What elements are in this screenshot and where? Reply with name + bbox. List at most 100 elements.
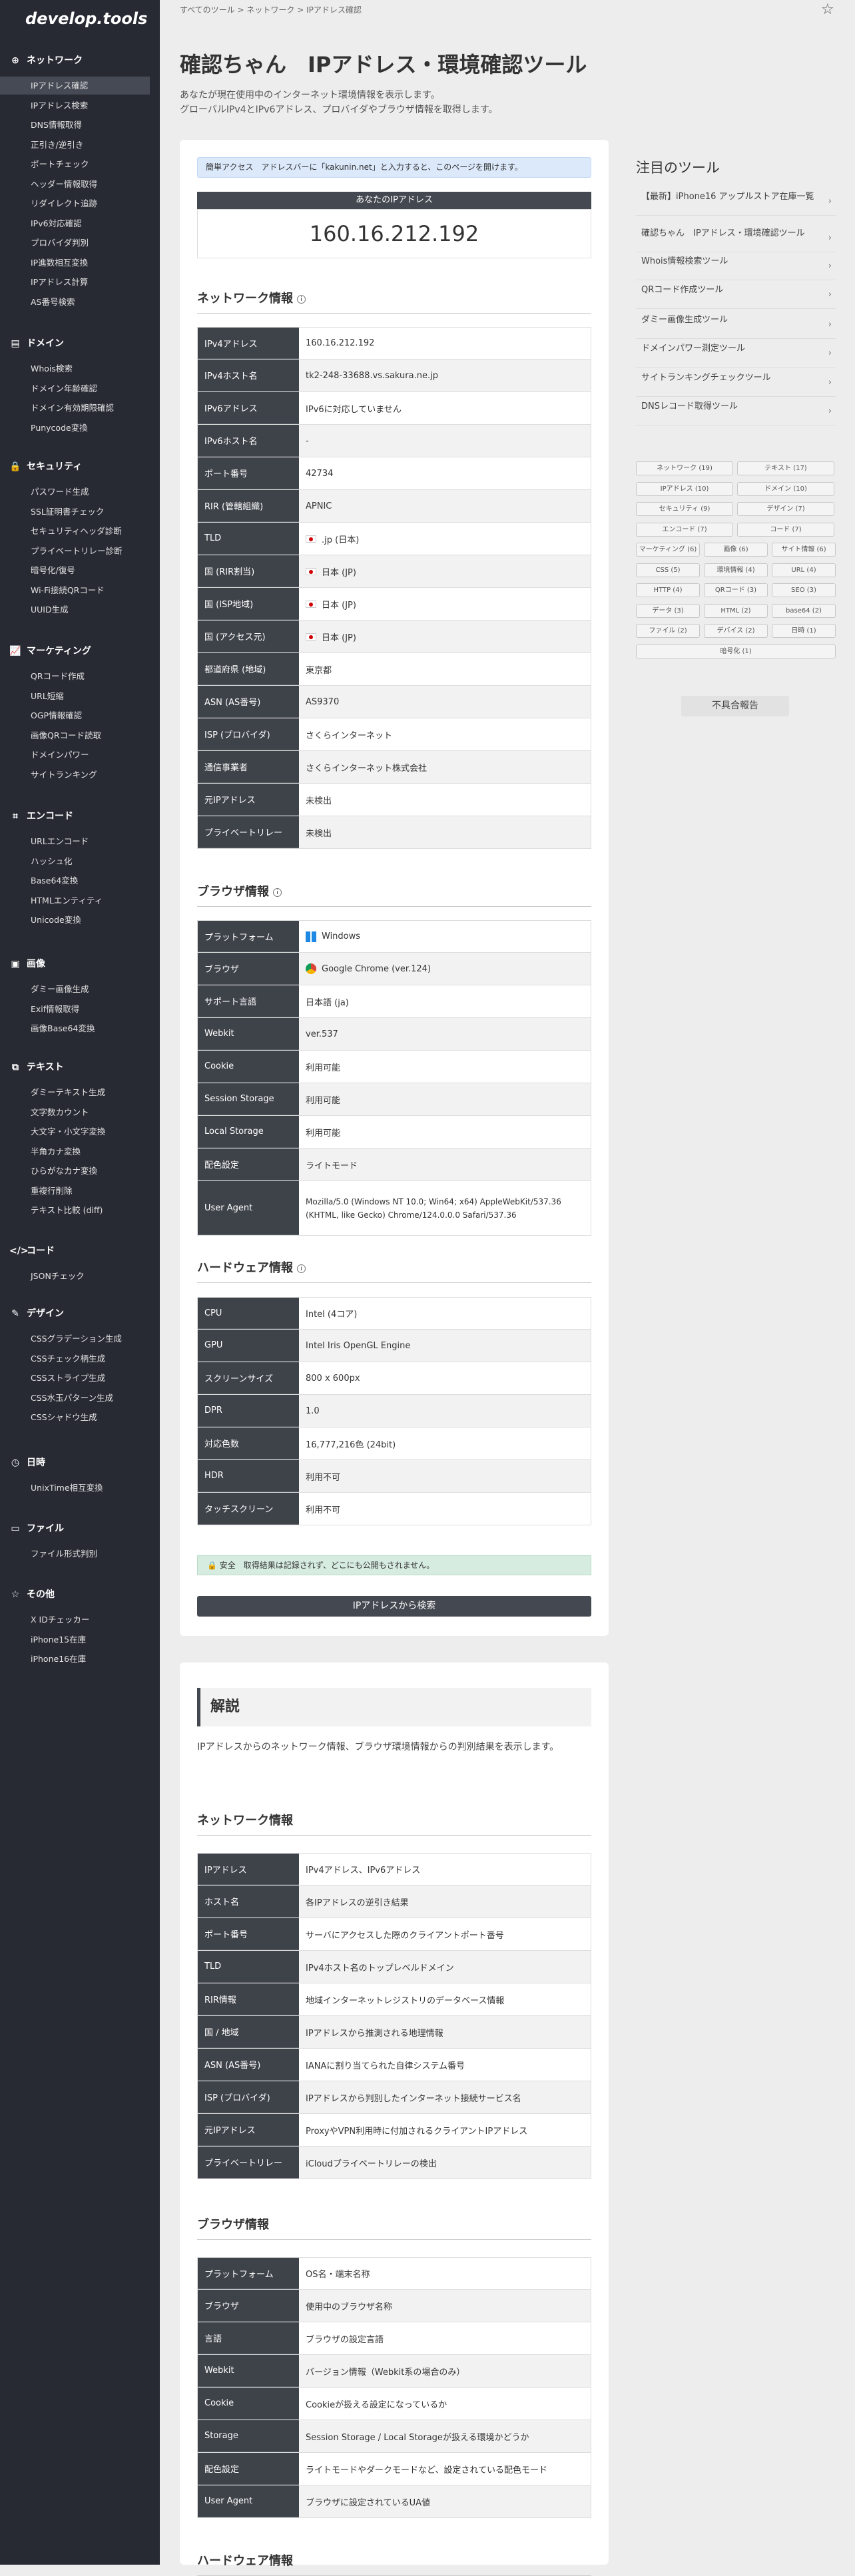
table-row: スクリーンサイズ 800 x 600px (197, 1362, 591, 1395)
tag-chip[interactable]: テキスト (17) (737, 461, 834, 475)
tag-chip[interactable]: 暗号化 (1) (636, 644, 836, 658)
sidebar-item[interactable]: DNS情報取得 (0, 116, 150, 134)
sidebar-item[interactable]: ハッシュ化 (0, 852, 150, 870)
table-row: IPv6ホスト名 - (197, 425, 591, 457)
tag-chip[interactable]: QRコード (3) (704, 583, 768, 597)
tag-chip[interactable]: 画像 (6) (704, 543, 768, 557)
sidebar-item[interactable]: 画像QRコード読取 (0, 726, 150, 744)
sidebar-item[interactable]: AS番号検索 (0, 293, 150, 311)
sidebar-item[interactable]: サイトランキング (0, 766, 150, 784)
sidebar-item[interactable]: CSSストライプ生成 (0, 1369, 150, 1387)
sidebar-item[interactable]: iPhone16在庫 (0, 1650, 150, 1668)
sidebar-item[interactable]: ダミーテキスト生成 (0, 1083, 150, 1101)
sidebar-item[interactable]: SSL証明書チェック (0, 503, 150, 521)
sidebar-item[interactable]: CSSシャドウ生成 (0, 1408, 150, 1426)
tag-chip[interactable]: HTTP (4) (636, 583, 700, 597)
sidebar-item[interactable]: 画像Base64変換 (0, 1019, 150, 1037)
tag-chip[interactable]: 日時 (1) (772, 624, 836, 638)
sidebar-item[interactable]: ファイル形式判別 (0, 1545, 150, 1563)
sidebar-item[interactable]: パスワード生成 (0, 483, 150, 501)
sidebar-item[interactable]: IPアドレス計算 (0, 273, 150, 291)
sidebar-item[interactable]: iPhone15在庫 (0, 1631, 150, 1649)
tag-chip[interactable]: ファイル (2) (636, 624, 700, 638)
tag-chip[interactable]: ネットワーク (19) (636, 461, 733, 475)
tag-chip[interactable]: エンコード (7) (636, 522, 733, 537)
site-logo[interactable]: develop.tools (25, 9, 147, 28)
tag-chip[interactable]: IPアドレス (10) (636, 481, 733, 496)
breadcrumb: すべてのツール > ネットワーク > IPアドレス確認 (180, 5, 362, 15)
tag-chip[interactable]: デザイン (7) (737, 502, 834, 516)
sidebar-item[interactable]: 文字数カウント (0, 1103, 150, 1121)
tag-chip[interactable]: コード (7) (737, 522, 834, 537)
sidebar-item[interactable]: IPv6対応確認 (0, 214, 150, 232)
sidebar-item[interactable]: Base64変換 (0, 872, 150, 890)
sidebar-item[interactable]: URLエンコード (0, 832, 150, 850)
sidebar-item[interactable]: 半角カナ変換 (0, 1143, 150, 1160)
sidebar-category: ▤ ドメイン (9, 336, 64, 350)
sidebar-item[interactable]: 重複行削除 (0, 1182, 150, 1200)
sidebar-item[interactable]: Whois検索 (0, 360, 150, 378)
sidebar-item[interactable]: ドメイン有効期限確認 (0, 399, 150, 417)
tag-chip[interactable]: デバイス (2) (704, 624, 768, 638)
featured-tool-link[interactable]: サイトランキングチェックツール › (636, 368, 836, 397)
sidebar-item[interactable]: ダミー画像生成 (0, 980, 150, 998)
featured-tool-link[interactable]: QRコード作成ツール › (636, 280, 836, 309)
tag-chip[interactable]: ドメイン (10) (737, 481, 834, 496)
tag-chip[interactable]: URL (4) (772, 563, 836, 577)
featured-tool-link[interactable]: DNSレコード取得ツール › (636, 397, 836, 425)
sidebar-item[interactable]: プライベートリレー診断 (0, 542, 150, 560)
sidebar-item[interactable]: Punycode変換 (0, 419, 150, 437)
sidebar-item[interactable]: CSS水玉パターン生成 (0, 1389, 150, 1407)
sidebar-item[interactable]: ドメインパワー (0, 746, 150, 764)
sidebar-item[interactable]: ポートチェック (0, 155, 150, 173)
featured-tool-link[interactable]: ドメインパワー測定ツール › (636, 339, 836, 368)
sidebar-item[interactable]: テキスト比較 (diff) (0, 1201, 150, 1219)
breadcrumb-network[interactable]: ネットワーク (246, 5, 294, 15)
featured-tool-link[interactable]: Whois情報検索ツール › (636, 252, 836, 280)
bug-report-button[interactable]: 不具合報告 (681, 696, 789, 716)
featured-tool-link[interactable]: 確認ちゃん IPアドレス・環境確認ツール › (636, 224, 836, 252)
sidebar-item[interactable]: ドメイン年齢確認 (0, 380, 150, 397)
sidebar-item[interactable]: 大文字・小文字変換 (0, 1123, 150, 1141)
search-from-ip-button[interactable]: IPアドレスから検索 (197, 1596, 591, 1617)
chevron-right-icon: › (828, 320, 832, 330)
tag-chip[interactable]: HTML (2) (704, 603, 768, 618)
star-icon[interactable]: ☆ (821, 1, 834, 18)
sidebar-item[interactable]: JSONチェック (0, 1267, 150, 1285)
tag-chip[interactable]: サイト情報 (6) (772, 543, 836, 557)
tag-chip[interactable]: base64 (2) (772, 603, 836, 618)
tag-chip[interactable]: SEO (3) (772, 583, 836, 597)
sidebar-item[interactable]: ヘッダー情報取得 (0, 175, 150, 193)
tag-chip[interactable]: セキュリティ (9) (636, 502, 733, 516)
sidebar-item[interactable]: セキュリティヘッダ診断 (0, 522, 150, 540)
sidebar-item[interactable]: Unicode変換 (0, 911, 150, 929)
sidebar-item[interactable]: IPアドレス検索 (0, 97, 150, 115)
sidebar-item[interactable]: URL短縮 (0, 687, 150, 705)
tag-chip[interactable]: 環境情報 (4) (704, 563, 768, 577)
sidebar-item[interactable]: 正引き/逆引き (0, 136, 150, 154)
featured-tool-link[interactable]: ダミー画像生成ツール › (636, 310, 836, 339)
sidebar-item[interactable]: CSSグラデーション生成 (0, 1330, 150, 1348)
row-value: ProxyやVPN利用時に付加されるクライアントIPアドレス (299, 2114, 591, 2146)
sidebar-item[interactable]: X IDチェッカー (0, 1611, 150, 1629)
sidebar-item[interactable]: ひらがなカナ変換 (0, 1162, 150, 1180)
tag-chip[interactable]: CSS (5) (636, 563, 700, 577)
sidebar-item[interactable]: IPアドレス確認 (0, 77, 150, 95)
sidebar-item[interactable]: Exif情報取得 (0, 1000, 150, 1018)
sidebar-item[interactable]: HTMLエンティティ (0, 892, 150, 909)
sidebar-item[interactable]: IP進数相互変換 (0, 254, 150, 272)
tag-chip[interactable]: マーケティング (6) (636, 543, 700, 557)
breadcrumb-all[interactable]: すべてのツール (180, 5, 235, 15)
sidebar-item[interactable]: CSSチェック柄生成 (0, 1350, 150, 1368)
tag-chip[interactable]: データ (3) (636, 603, 700, 618)
featured-tool-link[interactable]: 【最新】iPhone16 アップルストア在庫一覧 › (636, 187, 836, 216)
sidebar-item[interactable]: UnixTime相互変換 (0, 1479, 150, 1497)
sidebar-item[interactable]: UUID生成 (0, 601, 150, 619)
sidebar-item[interactable]: プロバイダ判別 (0, 234, 150, 252)
table-row: Webkit ver.537 (197, 1018, 591, 1051)
sidebar-item[interactable]: OGP情報確認 (0, 706, 150, 724)
sidebar-item[interactable]: Wi-Fi接続QRコード (0, 581, 150, 599)
sidebar-item[interactable]: 暗号化/復号 (0, 561, 150, 579)
sidebar-item[interactable]: QRコード作成 (0, 667, 150, 685)
sidebar-item[interactable]: リダイレクト追跡 (0, 194, 150, 212)
